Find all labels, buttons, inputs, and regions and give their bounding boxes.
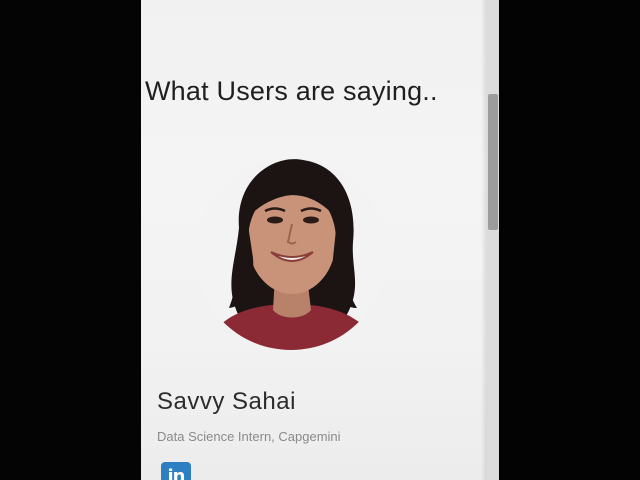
photo-frame: What Users are saying.. Savvy Sahai Data… — [0, 0, 640, 480]
scrollbar-track[interactable] — [487, 0, 499, 480]
testimonials-section: What Users are saying.. Savvy Sahai Data… — [141, 0, 499, 480]
section-heading: What Users are saying.. — [145, 76, 438, 106]
right-bezel — [499, 0, 640, 480]
user-name: Savvy Sahai — [157, 388, 296, 415]
user-role: Data Science Intern, Capgemini — [157, 429, 341, 444]
scrollbar-thumb[interactable] — [488, 94, 498, 230]
avatar — [195, 158, 387, 354]
linkedin-icon[interactable]: in — [161, 462, 191, 480]
